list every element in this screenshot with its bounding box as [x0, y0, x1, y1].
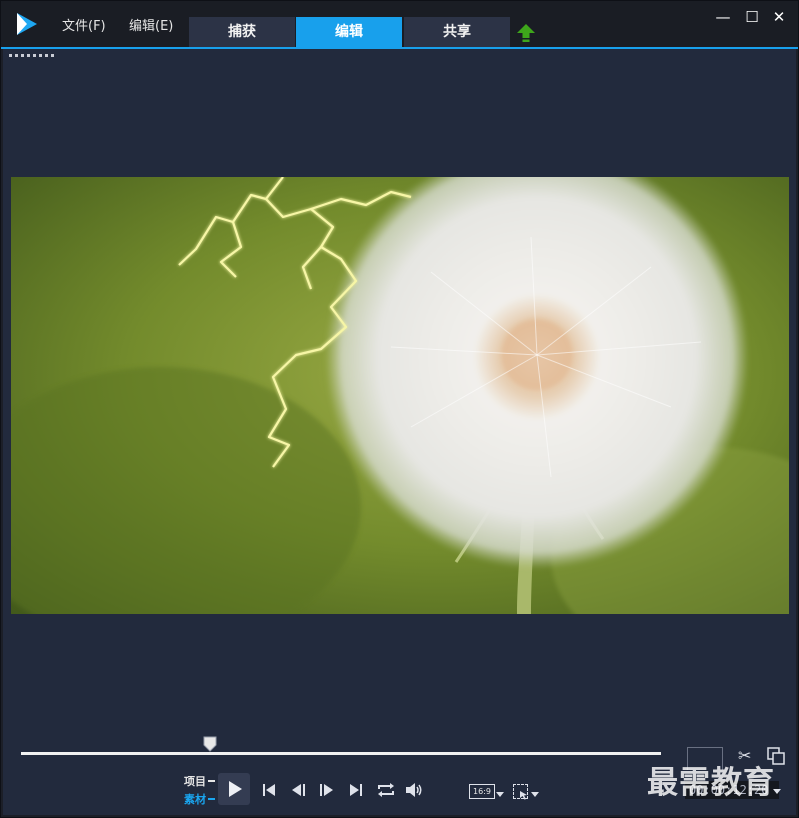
project-mode-label[interactable]: 项目 [184, 773, 206, 789]
app-logo-icon[interactable] [15, 11, 39, 37]
maximize-button[interactable]: ☐ [741, 7, 763, 27]
project-mode-dash [208, 780, 215, 782]
menu-edit[interactable]: 编辑(E) [129, 15, 173, 34]
cursor-icon [520, 791, 527, 800]
app-window: 文件(F) 编辑(E) 捕获 编辑 共享 — ☐ ✕ ✂ 项目 素材 16:9 … [0, 0, 799, 818]
menu-file[interactable]: 文件(F) [62, 15, 106, 34]
previous-frame-icon[interactable] [290, 781, 308, 799]
title-bar: 文件(F) 编辑(E) 捕获 编辑 共享 — ☐ ✕ [1, 1, 798, 47]
video-preview-frame [11, 177, 789, 614]
chevron-down-icon[interactable] [531, 792, 539, 797]
next-frame-icon[interactable] [317, 781, 335, 799]
close-button[interactable]: ✕ [768, 7, 790, 27]
panel-grip-handle[interactable] [9, 54, 55, 58]
chevron-down-icon[interactable] [496, 792, 504, 797]
aspect-ratio-button[interactable]: 16:9 [469, 784, 495, 799]
minimize-button[interactable]: — [712, 7, 734, 27]
volume-icon[interactable] [404, 781, 424, 799]
upload-icon[interactable] [516, 23, 536, 43]
scrub-bar[interactable] [21, 752, 661, 755]
clip-mode-label[interactable]: 素材 [184, 791, 206, 807]
skip-to-end-icon[interactable] [347, 781, 365, 799]
clip-mode-dash [208, 798, 215, 800]
skip-to-start-icon[interactable] [260, 781, 278, 799]
watermark-text: 最需教育 [647, 765, 775, 801]
tab-edit[interactable]: 编辑 [296, 17, 402, 47]
tab-capture[interactable]: 捕获 [189, 17, 295, 47]
repeat-icon[interactable] [376, 781, 396, 799]
play-button[interactable] [218, 773, 250, 805]
scrub-handle[interactable] [203, 736, 217, 752]
play-icon [229, 781, 242, 797]
tab-share[interactable]: 共享 [404, 17, 510, 47]
